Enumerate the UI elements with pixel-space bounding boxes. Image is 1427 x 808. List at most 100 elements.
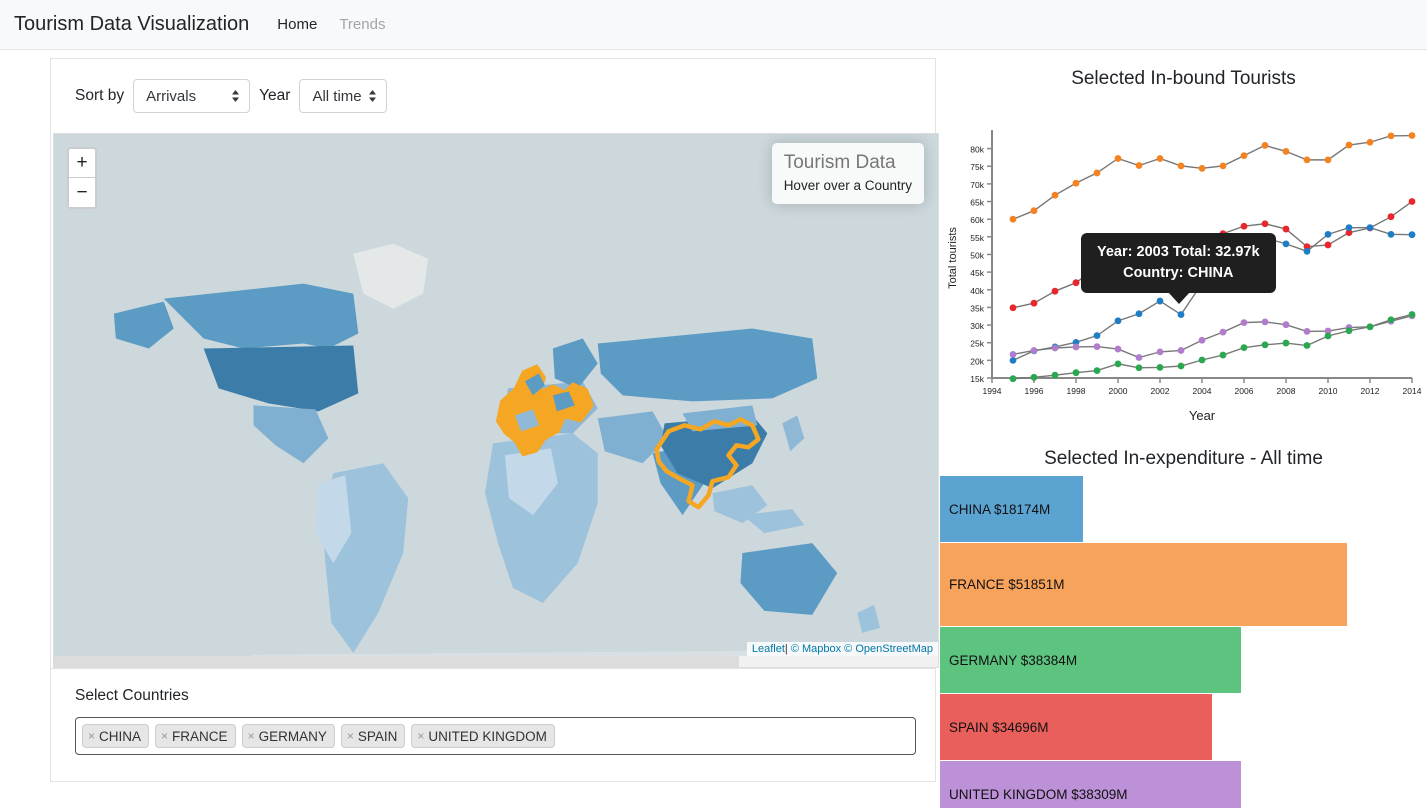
data-point-france[interactable] [1072, 179, 1080, 187]
year-select[interactable]: All time [299, 79, 388, 113]
country-tag-input[interactable]: × CHINA × FRANCE × GERMANY × SPAIN × UNITED KINGD… [75, 717, 916, 755]
data-point-france[interactable] [1324, 156, 1332, 164]
data-point-germany[interactable] [1198, 356, 1206, 364]
data-point-china[interactable] [1324, 230, 1332, 238]
data-point-france[interactable] [1177, 162, 1185, 170]
data-point-china[interactable] [1093, 332, 1101, 340]
remove-tag-icon[interactable]: × [248, 729, 255, 743]
data-point-united-kingdom[interactable] [1303, 328, 1311, 335]
data-point-china[interactable] [1135, 310, 1143, 318]
data-point-spain[interactable] [1282, 225, 1290, 233]
data-point-united-kingdom[interactable] [1282, 321, 1290, 329]
data-point-germany[interactable] [1345, 327, 1353, 335]
data-point-germany[interactable] [1219, 351, 1227, 359]
data-point-united-kingdom[interactable] [1030, 347, 1038, 354]
data-point-spain[interactable] [1072, 279, 1080, 287]
nav-link-trends[interactable]: Trends [339, 16, 385, 33]
nav-link-home[interactable]: Home [277, 16, 317, 33]
data-point-germany[interactable] [1282, 339, 1290, 347]
data-point-united-kingdom[interactable] [1114, 345, 1122, 353]
data-point-china[interactable] [1177, 311, 1185, 318]
bar-rect[interactable]: GERMANY $38384M [940, 627, 1241, 693]
bar-rect[interactable]: FRANCE $51851M [940, 543, 1347, 626]
sort-by-select[interactable]: Arrivals [133, 79, 251, 113]
country-tag[interactable]: × UNITED KINGDOM [411, 724, 555, 748]
data-point-france[interactable] [1387, 132, 1395, 140]
leaflet-map[interactable]: + − Tourism Data Hover over a Country Le… [53, 133, 939, 668]
data-point-germany[interactable] [1177, 362, 1185, 370]
data-point-france[interactable] [1345, 141, 1353, 149]
data-point-china[interactable] [1408, 231, 1416, 239]
data-point-germany[interactable] [1408, 311, 1416, 318]
data-point-france[interactable] [1009, 215, 1017, 223]
data-point-china[interactable] [1282, 240, 1290, 248]
data-point-france[interactable] [1261, 142, 1269, 149]
data-point-china[interactable] [1303, 247, 1311, 255]
data-point-united-kingdom[interactable] [1177, 347, 1185, 354]
data-point-china[interactable] [1387, 230, 1395, 238]
zoom-out-button[interactable]: − [69, 178, 95, 207]
data-point-france[interactable] [1156, 155, 1164, 162]
bar-row[interactable]: FRANCE $51851M [940, 543, 1427, 626]
data-point-china[interactable] [1009, 356, 1017, 364]
data-point-france[interactable] [1366, 138, 1374, 146]
map-horizontal-scrollbar[interactable] [54, 656, 938, 667]
data-point-spain[interactable] [1030, 299, 1038, 307]
bar-rect[interactable]: UNITED KINGDOM $38309M [940, 761, 1241, 808]
remove-tag-icon[interactable]: × [417, 729, 424, 743]
zoom-in-button[interactable]: + [69, 149, 95, 178]
data-point-united-kingdom[interactable] [1009, 350, 1017, 358]
data-point-spain[interactable] [1261, 220, 1269, 228]
country-tag[interactable]: × SPAIN [340, 724, 406, 748]
data-point-united-kingdom[interactable] [1093, 343, 1101, 350]
data-point-spain[interactable] [1387, 213, 1395, 221]
leaflet-link[interactable]: Leaflet [752, 643, 785, 655]
data-point-france[interactable] [1303, 156, 1311, 164]
data-point-france[interactable] [1093, 169, 1101, 177]
data-point-china[interactable] [1156, 297, 1164, 305]
bar-row[interactable]: UNITED KINGDOM $38309M [940, 761, 1427, 808]
data-point-united-kingdom[interactable] [1261, 318, 1269, 326]
data-point-united-kingdom[interactable] [1072, 343, 1080, 351]
data-point-france[interactable] [1219, 162, 1227, 170]
data-point-china[interactable] [1366, 224, 1374, 232]
data-point-germany[interactable] [1135, 364, 1143, 372]
data-point-united-kingdom[interactable] [1156, 348, 1164, 356]
data-point-germany[interactable] [1366, 323, 1374, 331]
data-point-germany[interactable] [1240, 344, 1248, 352]
data-point-united-kingdom[interactable] [1240, 319, 1248, 326]
data-point-france[interactable] [1282, 148, 1290, 155]
data-point-germany[interactable] [1114, 360, 1122, 368]
data-point-france[interactable] [1051, 191, 1059, 199]
country-tag[interactable]: × CHINA [82, 724, 150, 748]
data-point-spain[interactable] [1051, 287, 1059, 295]
data-point-united-kingdom[interactable] [1198, 336, 1206, 344]
data-point-spain[interactable] [1009, 304, 1017, 312]
data-point-united-kingdom[interactable] [1051, 344, 1059, 352]
data-point-france[interactable] [1030, 207, 1038, 215]
country-tag[interactable]: × GERMANY [241, 724, 335, 748]
data-point-spain[interactable] [1240, 222, 1248, 230]
data-point-germany[interactable] [1261, 341, 1269, 349]
data-point-germany[interactable] [1030, 373, 1038, 381]
map-zoom-controls[interactable]: + − [67, 147, 97, 209]
data-point-germany[interactable] [1093, 367, 1101, 374]
data-point-germany[interactable] [1387, 316, 1395, 324]
data-point-united-kingdom[interactable] [1135, 354, 1143, 361]
data-point-germany[interactable] [1072, 369, 1080, 377]
data-point-france[interactable] [1114, 155, 1122, 162]
data-point-france[interactable] [1240, 152, 1248, 160]
data-point-germany[interactable] [1009, 375, 1017, 383]
data-point-germany[interactable] [1051, 371, 1059, 379]
bar-rect[interactable]: SPAIN $34696M [940, 694, 1212, 760]
data-point-united-kingdom[interactable] [1219, 328, 1227, 336]
data-point-france[interactable] [1198, 164, 1206, 172]
data-point-china[interactable] [1114, 317, 1122, 325]
data-point-germany[interactable] [1156, 364, 1164, 371]
bar-rect[interactable]: CHINA $18174M [940, 476, 1083, 542]
data-point-spain[interactable] [1408, 198, 1416, 205]
data-point-france[interactable] [1135, 162, 1143, 169]
mapbox-link[interactable]: © Mapbox [791, 643, 841, 655]
remove-tag-icon[interactable]: × [88, 729, 95, 743]
data-point-germany[interactable] [1324, 332, 1332, 340]
